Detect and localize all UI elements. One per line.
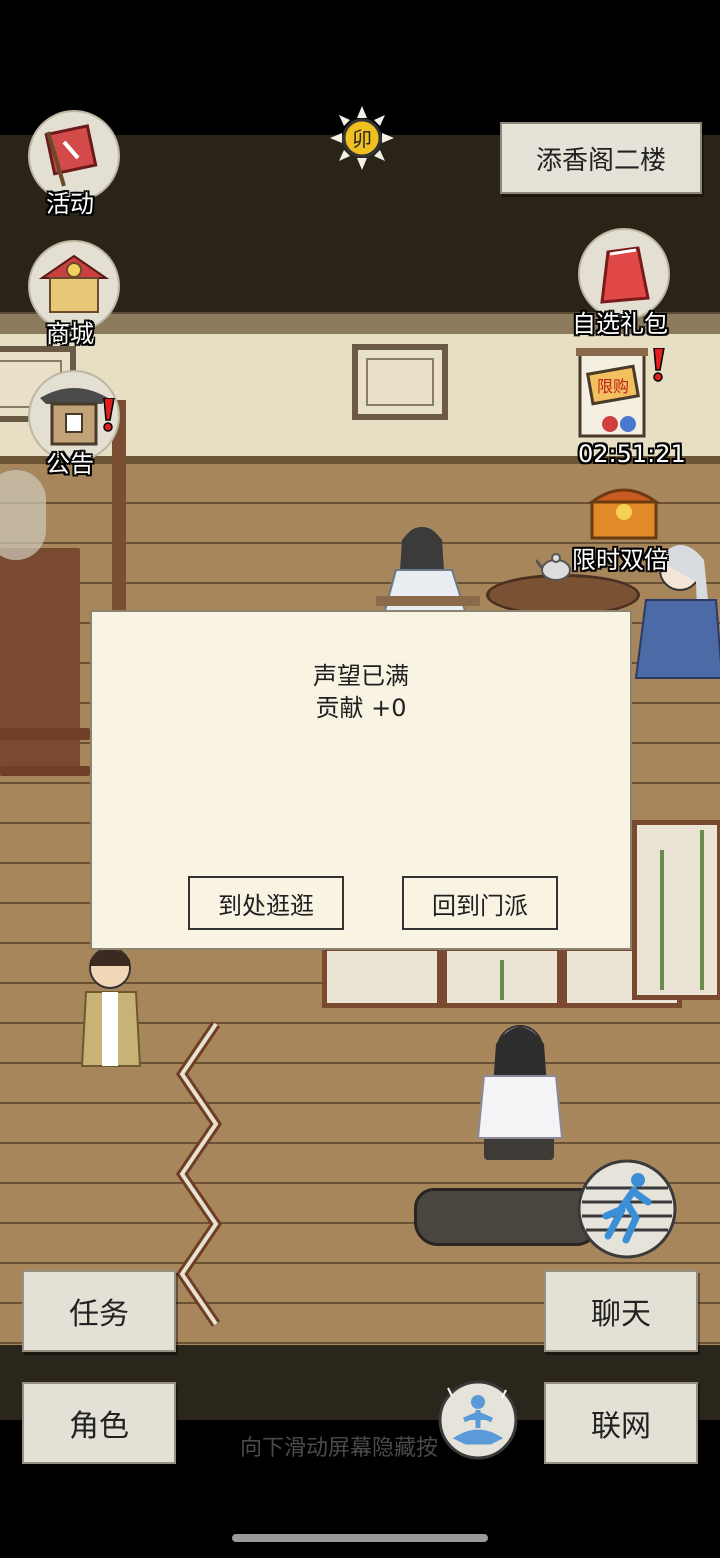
notice-label: 公告 — [46, 450, 94, 478]
dialog-contribution: 贡献 +0 — [315, 694, 407, 722]
activity-label: 活动 — [46, 190, 94, 218]
side-tab[interactable] — [0, 470, 46, 560]
bamboo-decor — [660, 850, 664, 990]
folding-screen — [632, 820, 720, 1000]
return-sect-label: 回到门派 — [432, 891, 528, 920]
reputation-dialog: 声望已满 贡献 +0 到处逛逛 回到门派 — [90, 610, 632, 950]
return-sect-button[interactable]: 回到门派 — [402, 876, 558, 930]
bamboo-decor — [500, 960, 504, 1000]
sale-timer: 02:51:21 — [578, 440, 686, 468]
shop-label: 商城 — [46, 320, 94, 348]
location-label: 添香阁二楼 — [535, 145, 666, 176]
musician-character[interactable] — [374, 510, 484, 614]
wall-window — [352, 344, 448, 420]
task-button[interactable]: 任务 — [22, 1270, 176, 1352]
time-badge-label: 卯 — [352, 127, 372, 151]
swipe-hint: 向下滑动屏幕隐藏按 — [240, 1436, 439, 1461]
chat-label: 聊天 — [591, 1297, 651, 1332]
alert-icon — [103, 398, 115, 432]
alert-icon — [653, 348, 665, 382]
location-button[interactable]: 添香阁二楼 — [500, 122, 702, 194]
run-icon[interactable] — [576, 1158, 678, 1260]
role-button[interactable]: 角色 — [22, 1382, 176, 1464]
treasure-chest-icon[interactable] — [586, 478, 662, 542]
bamboo-decor — [700, 830, 704, 990]
wander-label: 到处逛逛 — [218, 891, 314, 920]
network-button[interactable]: 联网 — [544, 1382, 698, 1464]
chat-button[interactable]: 聊天 — [544, 1270, 698, 1352]
disciple-character[interactable] — [74, 938, 148, 1070]
home-indicator[interactable] — [232, 1534, 488, 1542]
railing — [0, 766, 90, 776]
railing — [0, 728, 90, 740]
zigzag-screen — [176, 1021, 222, 1327]
staircase — [0, 548, 80, 776]
folding-screen — [322, 946, 442, 1008]
praying-character[interactable] — [470, 1010, 566, 1140]
meditate-icon[interactable] — [436, 1378, 520, 1462]
time-of-day-icon: 卯 — [330, 106, 394, 170]
teapot-icon — [536, 553, 571, 581]
wander-button[interactable]: 到处逛逛 — [188, 876, 344, 930]
role-label: 角色 — [69, 1409, 129, 1444]
network-label: 联网 — [591, 1409, 651, 1444]
task-label: 任务 — [69, 1297, 129, 1332]
sale-label: 限购 — [597, 377, 629, 396]
gift-pack-label: 自选礼包 — [572, 310, 668, 338]
guqin-table — [414, 1188, 600, 1246]
double-reward-label: 限时双倍 — [572, 546, 668, 574]
dialog-message: 声望已满 — [313, 662, 409, 690]
